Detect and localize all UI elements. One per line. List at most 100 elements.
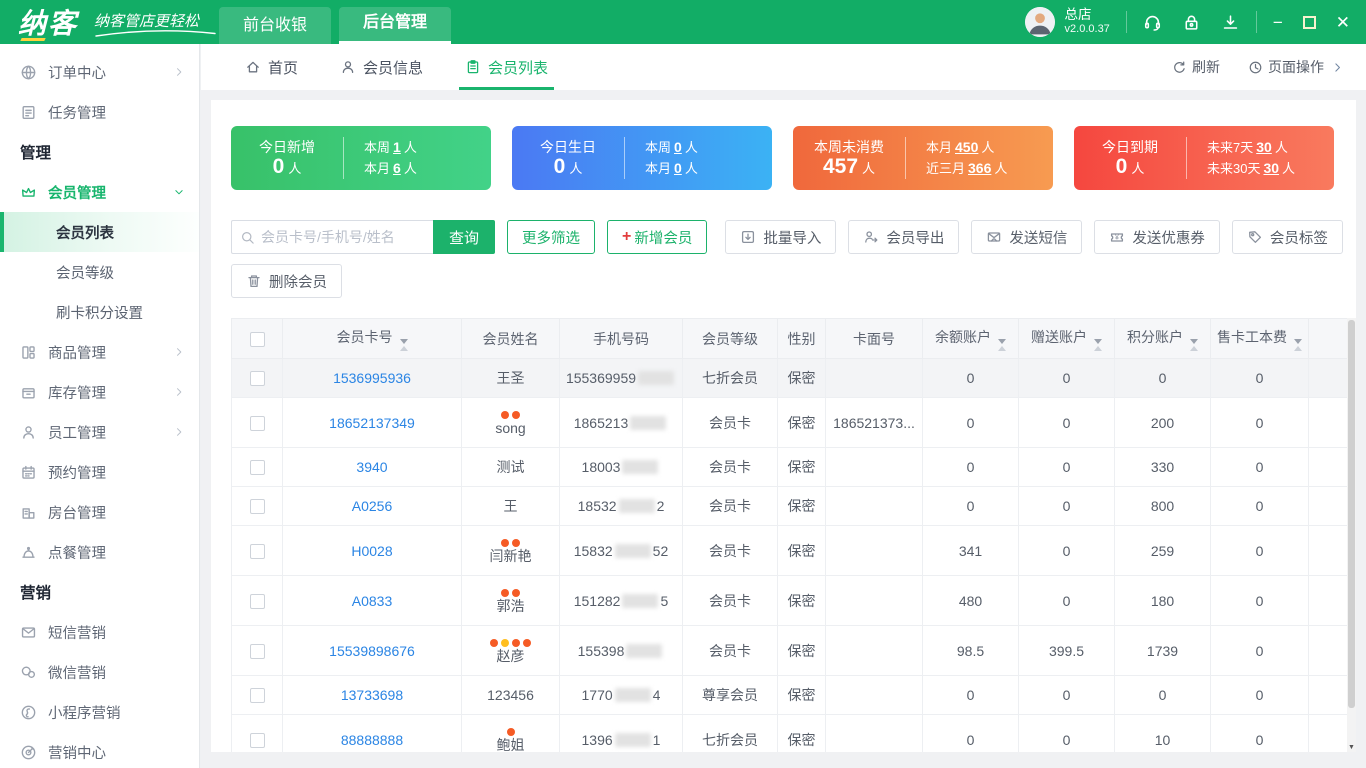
sort-carets-icon[interactable] (1294, 338, 1302, 351)
sidebar-item-booking-manage[interactable]: 预约管理 (0, 452, 199, 492)
sidebar-item-label: 房台管理 (48, 505, 106, 522)
sidebar-item-task-manage[interactable]: 任务管理 (0, 92, 199, 132)
send-coupon-label: 发送优惠券 (1132, 230, 1205, 247)
row-checkbox[interactable] (249, 732, 265, 748)
sidebar-item-member-level[interactable]: 会员等级 (0, 252, 199, 292)
card-title: 今日生日 (540, 139, 596, 155)
sort-carets-icon[interactable] (1094, 338, 1102, 351)
sidebar-item-card-points-setting[interactable]: 刷卡积分设置 (0, 292, 199, 332)
sidebar-item-ordering-manage[interactable]: 点餐管理 (0, 532, 199, 572)
member-level-cell: 会员卡 (682, 525, 778, 576)
card-substats: 本周 1 人本月 6 人 (344, 137, 491, 179)
gift-cell: 0 (1018, 714, 1115, 752)
member-card-link[interactable]: A0833 (352, 593, 392, 609)
download-button[interactable] (1221, 13, 1240, 32)
sort-carets-icon[interactable] (998, 338, 1006, 351)
row-checkbox[interactable] (249, 543, 265, 559)
stat-card-today-expire: 今日到期 0 人 未来7天 30 人未来30天 30 人 (1074, 126, 1334, 190)
plus-icon: + (622, 228, 632, 245)
close-button[interactable]: ✕ (1336, 14, 1350, 31)
support-button[interactable] (1143, 13, 1162, 32)
maximize-button[interactable] (1302, 15, 1316, 29)
card-title: 本周未消费 (814, 139, 884, 155)
member-card-link[interactable]: 15539898676 (329, 643, 415, 659)
sidebar-item-marketing-center[interactable]: 营销中心 (0, 732, 199, 768)
blurred-digits (622, 593, 659, 608)
blurred-digits (614, 732, 651, 747)
send-coupon-button[interactable]: ¥ 发送优惠券 (1094, 220, 1220, 254)
delete-member-button[interactable]: 删除会员 (231, 264, 342, 298)
blurred-digits (630, 415, 667, 430)
balance-cell: 0 (922, 358, 1019, 398)
sidebar-item-order-center[interactable]: 订单中心 (0, 52, 199, 92)
scroll-down-arrow[interactable]: ▼ (1347, 744, 1356, 751)
query-button[interactable]: 查询 (433, 220, 495, 254)
user-info[interactable]: 总店 v2.0.0.37 (1065, 7, 1110, 37)
tab-member-info[interactable]: 会员信息 (338, 44, 425, 90)
sidebar-item-staff-manage[interactable]: 员工管理 (0, 412, 199, 452)
member-card-link[interactable]: 88888888 (341, 732, 403, 748)
column-header-fee[interactable]: 售卡工本费 (1210, 318, 1309, 359)
dot-icon (490, 638, 498, 647)
backend-manage-tab[interactable]: 后台管理 (339, 7, 452, 44)
column-header-card[interactable]: 会员卡号 (282, 318, 462, 359)
member-name-cell: 郭浩 (461, 575, 560, 626)
page-operations-button[interactable]: 页面操作 (1248, 57, 1344, 77)
lock-button[interactable] (1182, 13, 1201, 32)
tab-home[interactable]: 首页 (243, 44, 300, 90)
scrollbar-thumb[interactable] (1348, 320, 1355, 708)
sidebar-item-sms-marketing[interactable]: 短信营销 (0, 612, 199, 652)
tab-member-list[interactable]: 会员列表 (459, 44, 555, 90)
gift-cell: 0 (1018, 447, 1115, 487)
sidebar-item-inventory-manage[interactable]: 库存管理 (0, 372, 199, 412)
column-header-gift[interactable]: 赠送账户 (1018, 318, 1115, 359)
add-member-button[interactable]: + 新增会员 (607, 220, 708, 254)
refresh-button[interactable]: 刷新 (1172, 57, 1220, 77)
row-checkbox[interactable] (249, 415, 265, 431)
search-input[interactable] (261, 229, 425, 245)
row-checkbox[interactable] (249, 460, 265, 476)
sidebar-item-room-manage[interactable]: 房台管理 (0, 492, 199, 532)
column-header-balance[interactable]: 余额账户 (922, 318, 1019, 359)
card-face-cell (825, 625, 923, 676)
member-card-link[interactable]: 1536995936 (333, 370, 411, 386)
sort-carets-icon[interactable] (1190, 338, 1198, 351)
member-card-link[interactable]: H0028 (351, 543, 392, 559)
member-name-cell: 鲍姐 (461, 714, 560, 752)
row-checkbox[interactable] (249, 371, 265, 387)
member-card-link[interactable]: A0256 (352, 498, 392, 514)
row-checkbox[interactable] (249, 593, 265, 609)
card-face-cell (825, 447, 923, 487)
fee-cell: 0 (1210, 525, 1309, 576)
sidebar-item-member-list[interactable]: 会员列表 (0, 212, 199, 252)
empty-cell (1308, 358, 1349, 398)
member-card-link[interactable]: 13733698 (341, 687, 403, 703)
sidebar-item-goods-manage[interactable]: 商品管理 (0, 332, 199, 372)
sidebar-item-wechat-marketing[interactable]: 微信营销 (0, 652, 199, 692)
column-header-points[interactable]: 积分账户 (1114, 318, 1211, 359)
sidebar-item-member-manage[interactable]: 会员管理 (0, 172, 199, 212)
frontend-cashier-tab[interactable]: 前台收银 (219, 7, 332, 44)
row-checkbox[interactable] (249, 499, 265, 515)
member-card-link[interactable]: 18652137349 (329, 415, 415, 431)
sidebar-item-miniprogram-marketing[interactable]: 小程序营销 (0, 692, 199, 732)
vertical-scrollbar[interactable]: ▼ (1347, 318, 1356, 752)
more-filter-button[interactable]: 更多筛选 (507, 220, 595, 254)
member-export-button[interactable]: 会员导出 (848, 220, 960, 254)
select-all-checkbox[interactable] (249, 331, 265, 347)
app-version: v2.0.0.37 (1064, 23, 1110, 35)
member-tag-button[interactable]: 会员标签 (1231, 220, 1343, 254)
member-card-link[interactable]: 3940 (356, 459, 387, 475)
send-sms-button[interactable]: 发送短信 (971, 220, 1083, 254)
balance-cell: 480 (922, 575, 1019, 626)
row-checkbox[interactable] (249, 643, 265, 659)
bulk-import-button[interactable]: 批量导入 (725, 220, 837, 254)
minimize-button[interactable]: − (1273, 14, 1283, 31)
phone-cell: 1770 4 (559, 675, 683, 715)
phone-cell: 18003 (559, 447, 683, 487)
task-icon (20, 104, 37, 121)
sort-carets-icon[interactable] (399, 338, 408, 351)
member-level-cell: 会员卡 (682, 575, 778, 626)
row-checkbox[interactable] (249, 688, 265, 704)
slogan-text: 纳客管店更轻松 (94, 13, 200, 30)
